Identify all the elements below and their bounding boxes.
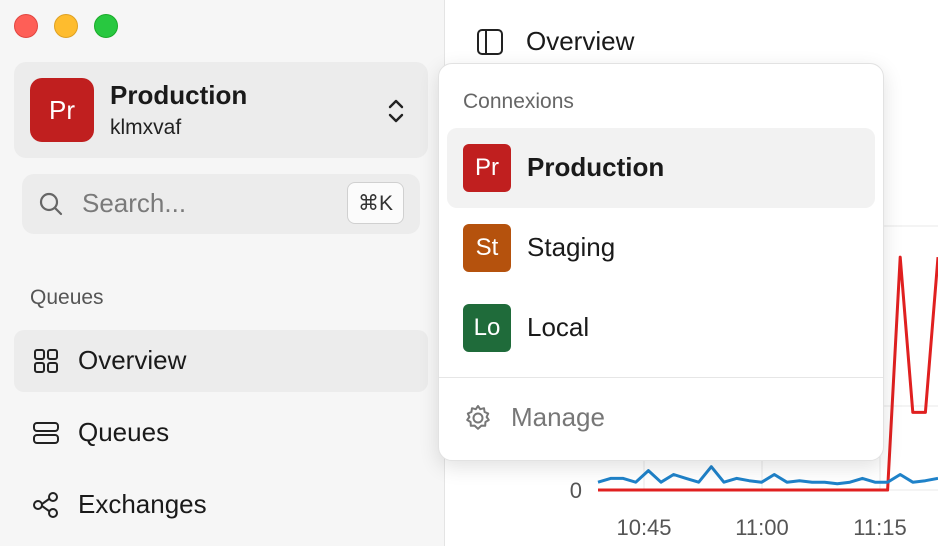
close-window-button[interactable]: [14, 14, 38, 38]
connection-avatar: Lo: [463, 304, 511, 352]
connection-switcher[interactable]: Pr Production klmxvaf: [14, 62, 428, 158]
grid-icon: [34, 349, 58, 373]
gear-icon: [466, 405, 490, 430]
manage-label: Manage: [511, 402, 605, 432]
page-title: Overview: [526, 26, 635, 56]
sidebar-section-label: Queues: [30, 286, 104, 309]
minimize-window-button[interactable]: [54, 14, 78, 38]
connection-item-label: Staging: [527, 232, 616, 262]
search-bar[interactable]: Search... ⌘K: [22, 174, 420, 234]
sidebar-item-queues[interactable]: Queues: [14, 402, 428, 464]
connections-popover: Connexions Pr Production St Staging Lo L…: [438, 63, 884, 461]
connection-avatar: Pr: [30, 78, 94, 142]
popover-divider: [439, 377, 883, 378]
sidebar-item-overview[interactable]: Overview: [14, 330, 428, 392]
connection-item-label: Production: [527, 152, 665, 182]
sidebar-item-exchanges[interactable]: Exchanges: [14, 474, 428, 536]
popover-label: Connexions: [463, 90, 574, 113]
chevron-up-down-icon: [388, 99, 404, 123]
connection-item-staging[interactable]: St Staging: [447, 208, 875, 288]
sidebar: Pr Production klmxvaf Search... ⌘K Queue…: [0, 0, 445, 546]
sidebar-item-label: Exchanges: [78, 489, 207, 519]
connection-avatar: St: [463, 224, 511, 272]
x-tick-label: 10:45: [616, 515, 671, 540]
connection-item-local[interactable]: Lo Local: [447, 288, 875, 368]
connection-name: Production: [110, 80, 248, 110]
search-input[interactable]: Search...: [82, 188, 186, 219]
queues-icon: [33, 422, 59, 444]
zoom-window-button[interactable]: [94, 14, 118, 38]
x-tick-label: 11:00: [735, 515, 788, 540]
exchanges-icon: [33, 492, 58, 518]
sidebar-item-label: Overview: [78, 345, 187, 375]
y-tick-label: 0: [570, 478, 582, 503]
sidebar-toggle-icon[interactable]: [476, 28, 504, 56]
connection-avatar: Pr: [463, 144, 511, 192]
connection-item-label: Local: [527, 312, 590, 342]
x-tick-label: 11:15: [853, 515, 906, 540]
search-shortcut-badge: ⌘K: [346, 182, 404, 224]
sidebar-item-label: Queues: [78, 417, 170, 447]
connection-item-production[interactable]: Pr Production: [447, 128, 875, 208]
connection-id: klmxvaf: [110, 116, 182, 139]
search-icon: [39, 192, 63, 216]
chart-labels: 10:45 11:00 11:15 0: [570, 478, 907, 540]
